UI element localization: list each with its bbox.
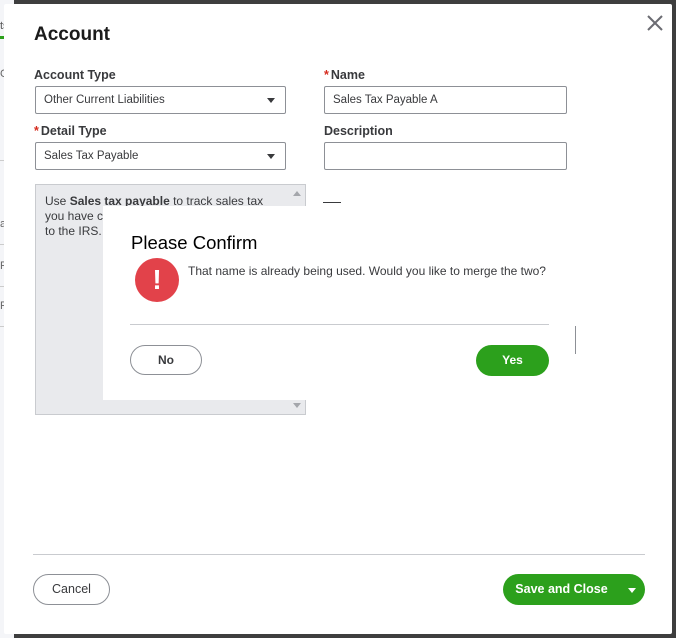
name-label-text: Name (330, 68, 365, 82)
close-icon[interactable] (644, 12, 666, 34)
help-text-line: to the IRS. (45, 224, 102, 238)
account-type-label: Account Type (34, 68, 116, 82)
required-marker: * (324, 68, 329, 82)
required-marker: * (34, 124, 39, 138)
detail-type-value: Sales Tax Payable (44, 150, 139, 162)
help-text-prefix: Use (45, 194, 70, 208)
detail-type-label: * Detail Type (34, 124, 107, 138)
account-type-value: Other Current Liabilities (44, 94, 165, 106)
save-and-close-button-group: Save and Close (503, 574, 645, 605)
yes-button[interactable]: Yes (476, 345, 549, 376)
dialog-title: Account (34, 24, 110, 45)
account-type-select[interactable]: Other Current Liabilities (35, 86, 286, 114)
save-and-close-button[interactable]: Save and Close (503, 574, 620, 605)
confirm-title: Please Confirm (131, 232, 258, 253)
scroll-up-icon[interactable] (293, 191, 301, 196)
chevron-down-icon (267, 98, 275, 103)
chevron-down-icon (267, 154, 275, 159)
divider (575, 326, 576, 354)
name-label: * Name (324, 68, 365, 82)
save-options-dropdown[interactable] (620, 574, 645, 605)
detail-type-label-text: Detail Type (40, 124, 107, 138)
description-input[interactable] (324, 142, 567, 170)
confirm-divider (130, 324, 549, 325)
exclamation-glyph: ! (152, 264, 162, 295)
confirm-dialog: Please Confirm ! That name is already be… (103, 206, 573, 400)
confirm-message: That name is already being used. Would y… (188, 264, 546, 278)
account-dialog: Account Account Type Other Current Liabi… (4, 4, 672, 634)
description-label: Description (324, 124, 393, 138)
detail-type-select[interactable]: Sales Tax Payable (35, 142, 286, 170)
name-input[interactable]: Sales Tax Payable A (324, 86, 567, 114)
footer-divider (33, 554, 645, 555)
scroll-down-icon[interactable] (293, 403, 301, 408)
chevron-down-icon (628, 588, 636, 593)
cancel-button[interactable]: Cancel (33, 574, 110, 605)
divider (323, 202, 341, 203)
exclamation-icon: ! (135, 258, 179, 302)
no-button[interactable]: No (130, 345, 202, 375)
